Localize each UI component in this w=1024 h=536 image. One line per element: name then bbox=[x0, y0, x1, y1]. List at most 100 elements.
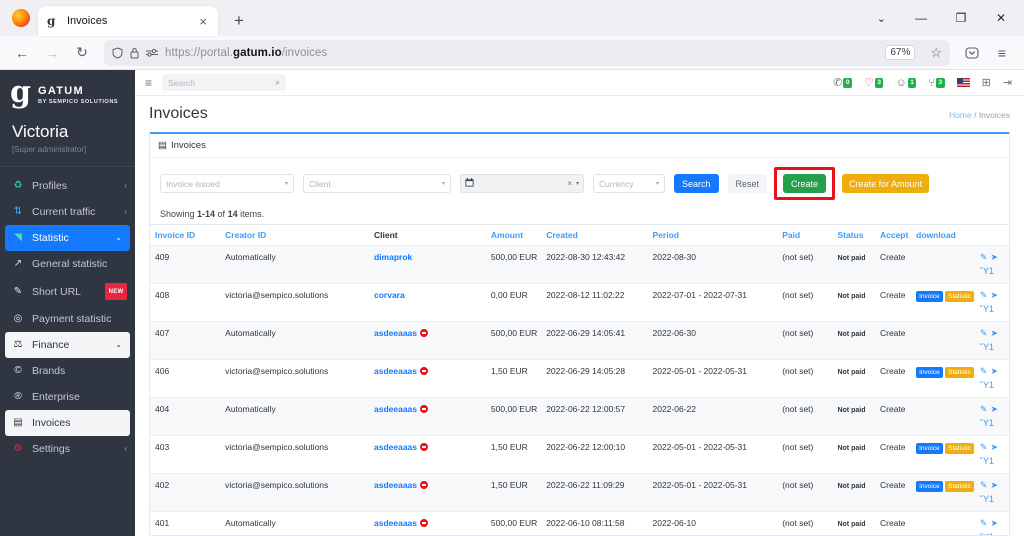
column-header-status[interactable]: Status bbox=[832, 224, 875, 246]
global-search-input[interactable]: Search ⌕ bbox=[162, 74, 287, 91]
client-link[interactable]: asdeeaaas bbox=[374, 328, 417, 338]
send-icon[interactable]: ➤ bbox=[990, 290, 998, 301]
edit-icon[interactable]: ✎ bbox=[980, 442, 988, 453]
chevron-down-icon[interactable]: ▾ bbox=[576, 180, 579, 187]
send-icon[interactable]: ➤ bbox=[990, 366, 998, 377]
close-window-button[interactable]: ✕ bbox=[982, 4, 1020, 32]
sidebar-item-statistic[interactable]: ◥ Statistic ⌄ bbox=[5, 225, 130, 251]
user-icon[interactable]: ☺ 1 bbox=[895, 77, 917, 89]
edit-icon[interactable]: ✎ bbox=[980, 290, 988, 301]
column-header-invoice-id[interactable]: Invoice ID bbox=[150, 224, 221, 246]
invoice-issued-select[interactable]: Invoice issued ▾ bbox=[160, 174, 294, 193]
download-invoice-button[interactable]: Invoice bbox=[916, 367, 943, 378]
accept-create-link[interactable]: Create bbox=[880, 480, 906, 490]
accept-create-link[interactable]: Create bbox=[880, 404, 906, 414]
bookmark-star-icon[interactable]: ☆ bbox=[922, 45, 942, 61]
accept-create-link[interactable]: Create bbox=[880, 366, 906, 376]
send-icon[interactable]: ➤ bbox=[990, 480, 998, 491]
sidebar-item-brands[interactable]: © Brands bbox=[0, 358, 135, 384]
edit-icon[interactable]: ✎ bbox=[980, 518, 988, 529]
forward-button[interactable]: → bbox=[38, 40, 66, 66]
sidebar-item-profiles[interactable]: ♻ Profiles ‹ bbox=[0, 173, 135, 199]
sidebar-item-invoices[interactable]: ▤ Invoices bbox=[5, 410, 130, 436]
delete-icon[interactable]: Ὕ1 bbox=[980, 494, 994, 505]
sidebar-item-settings[interactable]: ⚙ Settings ‹ bbox=[0, 436, 135, 462]
tab-close-icon[interactable]: × bbox=[196, 13, 210, 30]
delete-icon[interactable]: Ὕ1 bbox=[980, 266, 994, 277]
client-link[interactable]: dimaprok bbox=[374, 252, 412, 262]
sidebar-item-payment-statistic[interactable]: ◎ Payment statistic bbox=[0, 306, 135, 332]
download-statistic-button[interactable]: Statistic bbox=[945, 481, 974, 492]
pocket-icon[interactable] bbox=[958, 40, 986, 66]
alert-icon[interactable]: ♡ 3 bbox=[864, 76, 884, 89]
grid-icon[interactable]: ⊞ bbox=[982, 76, 991, 89]
client-link[interactable]: asdeeaaas bbox=[374, 366, 417, 376]
download-statistic-button[interactable]: Statistic bbox=[945, 443, 974, 454]
create-for-amount-button[interactable]: Create for Amount bbox=[842, 174, 930, 193]
accept-create-link[interactable]: Create bbox=[880, 442, 906, 452]
breadcrumb-home-link[interactable]: Home bbox=[949, 110, 972, 120]
edit-icon[interactable]: ✎ bbox=[980, 366, 988, 377]
reset-button[interactable]: Reset bbox=[727, 174, 768, 193]
sidebar-item-general-statistic[interactable]: ↗ General statistic bbox=[0, 251, 135, 277]
delete-icon[interactable]: Ὕ1 bbox=[980, 532, 994, 535]
sidebar-item-enterprise[interactable]: ® Enterprise bbox=[0, 384, 135, 410]
sidebar-toggle-icon[interactable]: ≡ bbox=[145, 76, 152, 90]
download-statistic-button[interactable]: Statistic bbox=[945, 291, 974, 302]
sidebar-item-current-traffic[interactable]: ⇅ Current traffic ‹ bbox=[0, 199, 135, 225]
send-icon[interactable]: ➤ bbox=[990, 328, 998, 339]
app-menu-button[interactable]: ≡ bbox=[988, 40, 1016, 66]
send-icon[interactable]: ➤ bbox=[990, 518, 998, 529]
download-statistic-button[interactable]: Statistic bbox=[945, 367, 974, 378]
permissions-icon[interactable] bbox=[146, 48, 158, 57]
date-range-picker[interactable]: × ▾ bbox=[460, 174, 584, 193]
edit-icon[interactable]: ✎ bbox=[980, 480, 988, 491]
accept-create-link[interactable]: Create bbox=[880, 290, 906, 300]
column-header-download[interactable]: download bbox=[911, 224, 975, 246]
send-icon[interactable]: ➤ bbox=[990, 442, 998, 453]
delete-icon[interactable]: Ὕ1 bbox=[980, 304, 994, 315]
zoom-level-badge[interactable]: 67% bbox=[885, 45, 916, 60]
delete-icon[interactable]: Ὕ1 bbox=[980, 380, 994, 391]
delete-icon[interactable]: Ὕ1 bbox=[980, 456, 994, 467]
search-button[interactable]: Search bbox=[674, 174, 719, 193]
maximize-button[interactable]: ❐ bbox=[942, 4, 980, 32]
new-tab-button[interactable]: + bbox=[228, 10, 250, 31]
download-invoice-button[interactable]: Invoice bbox=[916, 291, 943, 302]
column-header-paid[interactable]: Paid bbox=[777, 224, 833, 246]
ticket-icon[interactable]: ⑂ 3 bbox=[928, 77, 945, 89]
language-flag-icon[interactable] bbox=[956, 78, 970, 87]
edit-icon[interactable]: ✎ bbox=[980, 328, 988, 339]
client-link[interactable]: asdeeaaas bbox=[374, 518, 417, 528]
sidebar-item-finance[interactable]: ⚖ Finance ⌄ bbox=[5, 332, 130, 358]
edit-icon[interactable]: ✎ bbox=[980, 252, 988, 263]
accept-create-link[interactable]: Create bbox=[880, 252, 906, 262]
reload-button[interactable]: ↻ bbox=[68, 40, 96, 66]
column-header-amount[interactable]: Amount bbox=[485, 224, 542, 246]
browser-tab-invoices[interactable]: g Invoices × bbox=[38, 6, 218, 36]
client-link[interactable]: asdeeaaas bbox=[374, 404, 417, 414]
url-bar[interactable]: https://portal.gatum.io/invoices 67% ☆ bbox=[104, 39, 950, 66]
send-icon[interactable]: ➤ bbox=[990, 252, 998, 263]
column-header-accept[interactable]: Accept bbox=[874, 224, 912, 246]
currency-select[interactable]: Currency ▾ bbox=[593, 174, 665, 193]
delete-icon[interactable]: Ὕ1 bbox=[980, 342, 994, 353]
delete-icon[interactable]: Ὕ1 bbox=[980, 418, 994, 429]
column-header-period[interactable]: Period bbox=[647, 224, 778, 246]
back-button[interactable]: ← bbox=[8, 40, 36, 66]
column-header-creator-id[interactable]: Creator ID bbox=[220, 224, 369, 246]
clear-date-icon[interactable]: × bbox=[567, 179, 572, 188]
download-invoice-button[interactable]: Invoice bbox=[916, 481, 943, 492]
column-header-created[interactable]: Created bbox=[541, 224, 648, 246]
tab-list-chevron-icon[interactable]: ⌄ bbox=[863, 12, 900, 25]
client-link[interactable]: corvara bbox=[374, 290, 405, 300]
create-button[interactable]: Create bbox=[783, 174, 827, 193]
edit-icon[interactable]: ✎ bbox=[980, 404, 988, 415]
download-invoice-button[interactable]: Invoice bbox=[916, 443, 943, 454]
client-link[interactable]: asdeeaaas bbox=[374, 442, 417, 452]
sidebar-item-short-url[interactable]: ✎ Short URL NEW bbox=[0, 277, 135, 306]
accept-create-link[interactable]: Create bbox=[880, 518, 906, 528]
minimize-button[interactable]: — bbox=[902, 4, 940, 32]
client-select[interactable]: Client ▾ bbox=[303, 174, 451, 193]
accept-create-link[interactable]: Create bbox=[880, 328, 906, 338]
